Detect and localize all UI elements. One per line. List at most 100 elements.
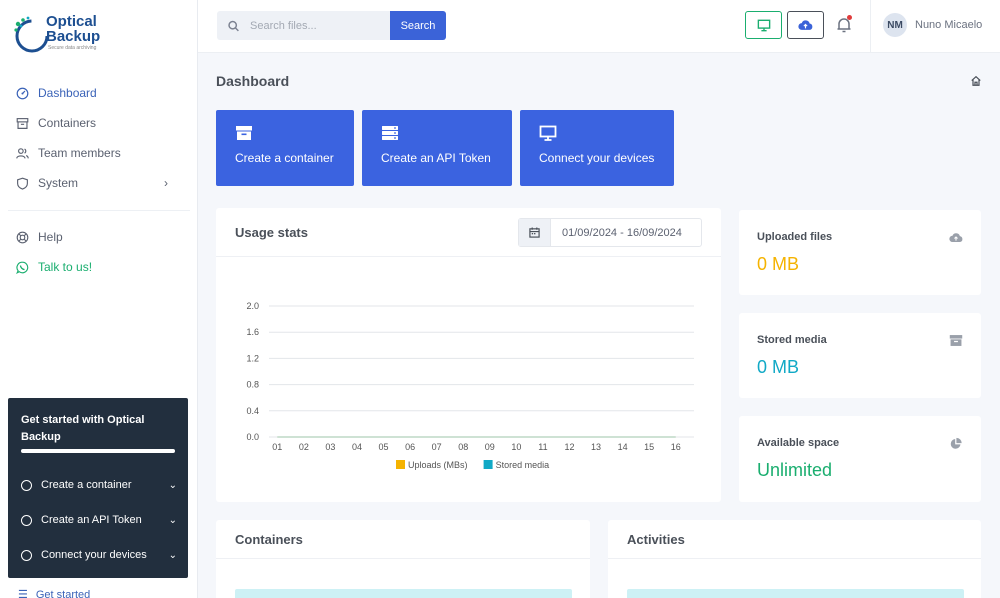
x-tick-label: 02	[299, 442, 309, 452]
x-tick-label: 11	[538, 442, 547, 452]
calendar-icon	[519, 219, 551, 246]
legend-swatch	[396, 460, 405, 469]
monitor-icon	[539, 125, 557, 141]
archive-icon	[16, 117, 29, 130]
devices-button[interactable]	[745, 11, 782, 39]
y-tick-label: 2.0	[246, 301, 259, 311]
x-tick-label: 05	[379, 442, 389, 452]
sidebar-item-team-members[interactable]: Team members	[0, 138, 198, 168]
x-tick-label: 01	[272, 442, 282, 452]
get-started-panel: Get started with Optical Backup Create a…	[8, 398, 188, 578]
sidebar-item-label: System	[38, 176, 79, 190]
x-tick-label: 06	[405, 442, 415, 452]
get-started-step-connect-devices[interactable]: Connect your devices ⌄	[21, 545, 177, 565]
home-icon[interactable]	[970, 75, 982, 87]
get-started-step-create-container[interactable]: Create a container ⌄	[21, 475, 177, 495]
activities-card: Activities	[608, 520, 981, 598]
x-tick-label: 04	[352, 442, 362, 452]
stat-value: Unlimited	[757, 460, 833, 480]
y-tick-label: 1.6	[246, 327, 259, 337]
brand-name: Optical Backup	[46, 14, 100, 44]
search-icon	[228, 20, 239, 31]
stat-title: Available space	[757, 437, 840, 449]
y-tick-label: 0.0	[246, 432, 259, 442]
dashboard-icon	[16, 87, 29, 100]
stat-value: 0 MB	[757, 254, 800, 274]
activities-title: Activities	[627, 532, 685, 547]
get-started-toggle-label: Get started	[35, 588, 91, 598]
search-box	[217, 11, 390, 40]
stat-card-uploaded-files: Uploaded files 0 MB	[739, 210, 981, 295]
y-tick-label: 0.8	[246, 380, 259, 390]
search-input[interactable]	[250, 19, 390, 32]
page-title: Dashboard	[216, 73, 290, 89]
x-tick-label: 10	[511, 442, 521, 452]
whatsapp-icon	[16, 261, 29, 274]
divider	[8, 210, 190, 211]
x-tick-label: 14	[618, 442, 628, 452]
avatar[interactable]: NM	[883, 13, 907, 37]
stat-card-stored-media: Stored media 0 MB	[739, 313, 981, 398]
create-container-card[interactable]: Create a container	[216, 110, 354, 186]
user-name[interactable]: Nuno Micaelo	[915, 19, 982, 31]
usage-chart: 2.0 1.6 1.2 0.8 0.4 0.0 01 02 03 04 05 06 07 08 09 10 11…	[246, 301, 694, 470]
archive-icon	[236, 126, 252, 140]
containers-card: Containers	[216, 520, 590, 598]
sidebar-item-system[interactable]: System ›	[0, 168, 198, 198]
create-api-token-card[interactable]: Create an API Token	[362, 110, 512, 186]
divider	[870, 0, 871, 53]
get-started-step-api-token[interactable]: Create an API Token ⌄	[21, 510, 177, 530]
brand-logo[interactable]: Optical Backup Secure data archiving	[12, 12, 122, 56]
secondary-nav: Help Talk to us!	[0, 222, 198, 282]
monitor-icon	[757, 19, 770, 31]
y-tick-label: 0.4	[246, 406, 259, 416]
x-tick-label: 12	[564, 442, 574, 452]
legend-label: Uploads (MBs)	[408, 460, 468, 470]
divider	[216, 558, 590, 559]
get-started-title: Get started with Optical Backup	[21, 414, 145, 443]
search-button[interactable]: Search	[390, 11, 446, 40]
x-tick-label: 13	[591, 442, 601, 452]
containers-title: Containers	[235, 532, 303, 547]
shield-icon	[16, 177, 29, 190]
topbar: Search NM Nuno Micaelo	[198, 0, 1000, 53]
create-api-token-label: Create an API Token	[381, 151, 491, 165]
connect-devices-card[interactable]: Connect your devices	[520, 110, 674, 186]
list-icon: ☰	[18, 589, 28, 598]
usage-stats-title: Usage stats	[235, 225, 308, 240]
step-status-icon	[21, 549, 32, 561]
containers-alert	[235, 589, 572, 598]
stat-card-available-space: Available space Unlimited	[739, 416, 981, 502]
x-tick-label: 16	[671, 442, 681, 452]
cloud-upload-icon	[949, 233, 963, 243]
x-tick-label: 09	[485, 442, 495, 452]
sidebar-item-containers[interactable]: Containers	[0, 108, 198, 138]
legend-label: Stored media	[496, 460, 550, 470]
notification-dot	[847, 15, 852, 20]
stat-title: Stored media	[757, 334, 827, 346]
sidebar-item-help[interactable]: Help	[0, 222, 198, 252]
step-status-icon	[21, 514, 32, 526]
main-nav: Dashboard Containers Team members System…	[0, 78, 198, 198]
x-tick-label: 07	[432, 442, 442, 452]
sidebar: Optical Backup Secure data archiving Das…	[0, 0, 198, 598]
users-icon	[16, 147, 29, 160]
brand-tagline: Secure data archiving	[48, 45, 97, 51]
sidebar-item-dashboard[interactable]: Dashboard	[0, 78, 198, 108]
step-label: Create a container	[41, 479, 132, 491]
x-tick-label: 15	[644, 442, 654, 452]
notifications-button[interactable]	[835, 15, 853, 34]
x-tick-label: 03	[325, 442, 335, 452]
get-started-toggle[interactable]: ☰ Get started	[18, 588, 90, 598]
pie-chart-icon	[950, 437, 962, 449]
sidebar-item-label: Help	[38, 230, 63, 244]
upload-button[interactable]	[787, 11, 824, 39]
stat-value: 0 MB	[757, 357, 800, 377]
cloud-upload-icon	[798, 20, 813, 30]
divider	[608, 558, 981, 559]
date-range-picker[interactable]: 01/09/2024 - 16/09/2024	[518, 218, 702, 247]
chevron-down-icon: ⌄	[168, 479, 177, 491]
y-tick-label: 1.2	[246, 353, 259, 363]
get-started-progress	[21, 449, 175, 453]
sidebar-item-talk-to-us[interactable]: Talk to us!	[0, 252, 198, 282]
